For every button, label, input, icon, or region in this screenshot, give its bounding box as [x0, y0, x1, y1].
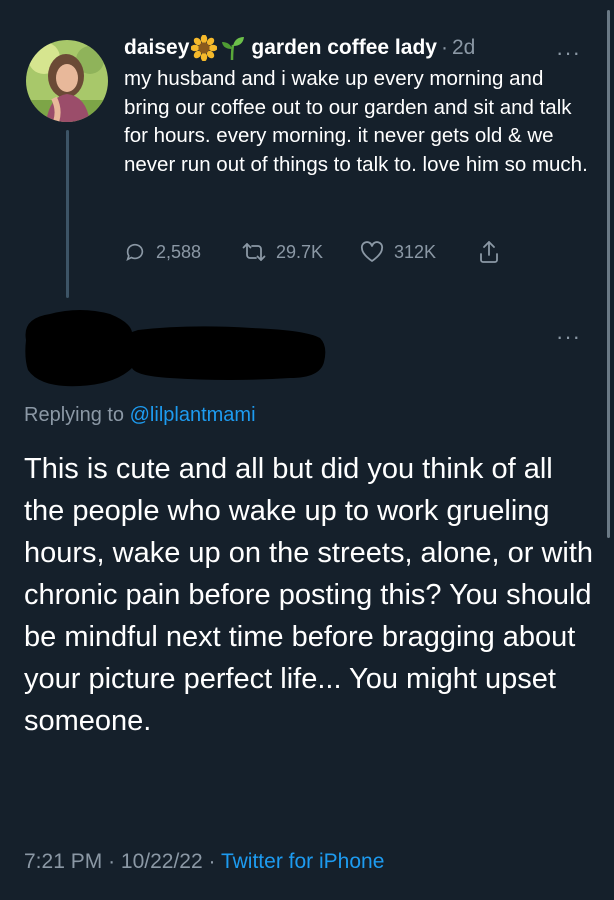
- tweet-timestamp[interactable]: 2d: [452, 36, 475, 60]
- sunflower-icon: [191, 35, 218, 61]
- tweet-header: daisey garden coffee lady · 2d: [124, 34, 594, 62]
- reply-text: This is cute and all but did you think o…: [24, 453, 594, 737]
- separator-dot: ·: [108, 850, 116, 873]
- display-name[interactable]: daisey: [124, 36, 189, 60]
- tweet-text: my husband and i wake up every morning a…: [124, 67, 588, 176]
- reply-button[interactable]: 2,588: [124, 241, 242, 263]
- share-button[interactable]: [478, 240, 500, 264]
- reply-date[interactable]: 10/22/22: [121, 850, 203, 873]
- tweet-actions: 2,588 29.7K 312K: [124, 236, 524, 268]
- redacted-author: [20, 300, 330, 390]
- more-options-button[interactable]: ···: [556, 40, 581, 66]
- reply-metadata: 7:21 PM · 10/22/22 · Twitter for iPhone: [24, 850, 384, 874]
- reply-more-options-button[interactable]: ···: [556, 324, 581, 350]
- like-count: 312K: [394, 241, 437, 262]
- scrollbar[interactable]: [607, 10, 610, 538]
- retweet-icon: [242, 241, 266, 263]
- replying-to: Replying to @lilplantmami: [24, 404, 256, 427]
- avatar[interactable]: [26, 40, 108, 122]
- replying-prefix: Replying to: [24, 404, 125, 426]
- seedling-icon: [221, 35, 245, 61]
- retweet-button[interactable]: 29.7K: [242, 241, 360, 263]
- replying-handle-link[interactable]: @lilplantmami: [130, 404, 256, 426]
- separator-dot: ·: [440, 36, 448, 59]
- like-icon: [360, 241, 384, 263]
- reply-time[interactable]: 7:21 PM: [24, 850, 102, 873]
- source-link[interactable]: Twitter for iPhone: [221, 850, 384, 873]
- share-icon: [478, 240, 500, 264]
- like-button[interactable]: 312K: [360, 241, 478, 263]
- thread-line: [66, 130, 69, 298]
- retweet-count: 29.7K: [276, 241, 324, 262]
- display-name-suffix[interactable]: garden coffee lady: [251, 36, 437, 60]
- reply-icon: [124, 241, 146, 263]
- original-tweet[interactable]: daisey garden coffee lady · 2d my husban…: [124, 34, 594, 179]
- separator-dot: ·: [208, 850, 216, 873]
- reply-count: 2,588: [156, 241, 202, 262]
